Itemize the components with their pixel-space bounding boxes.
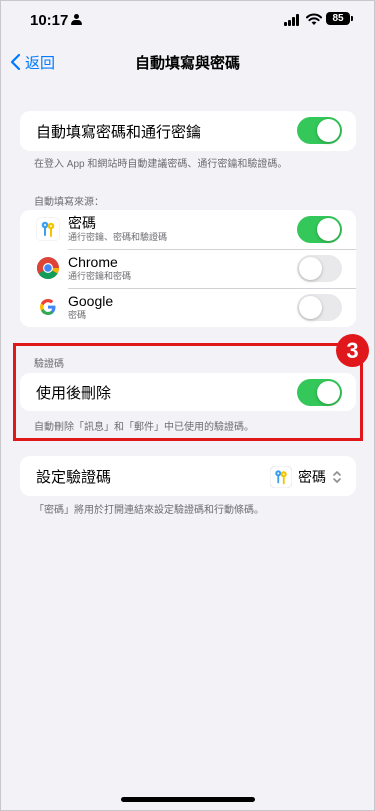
chrome-icon xyxy=(37,257,59,279)
passwords-app-icon xyxy=(270,466,292,488)
autofill-toggle[interactable] xyxy=(297,117,342,144)
google-source-toggle[interactable] xyxy=(297,294,342,321)
selected-app-label: 密碼 xyxy=(298,469,326,485)
status-time: 10:17 xyxy=(30,12,69,29)
source-name: 密碼 xyxy=(68,215,96,231)
status-bar: 10:17 85 xyxy=(0,0,375,44)
sources-header: 自動填寫來源： xyxy=(34,197,104,208)
source-name: Google xyxy=(68,293,114,309)
source-text: Chrome 通行密鑰和密碼 xyxy=(68,254,131,282)
setup-verification-label: 設定驗證碼 xyxy=(36,468,112,486)
source-row-passwords[interactable]: 密碼 通行密鑰、密碼和驗證碼 xyxy=(20,210,356,249)
source-subtitle: 密碼 xyxy=(68,310,87,320)
cellular-signal-icon xyxy=(284,14,301,26)
chevron-up-down-icon xyxy=(333,471,341,483)
highlight-box xyxy=(13,343,363,441)
navigation-bar: 返回 自動填寫與密碼 xyxy=(0,44,375,80)
home-indicator xyxy=(121,797,255,802)
autofill-footnote: 在登入 App 和網站時自動建議密碼、通行密鑰和驗證碼。 xyxy=(34,159,288,170)
chrome-source-toggle[interactable] xyxy=(297,255,342,282)
source-text: Google 密碼 xyxy=(68,293,113,321)
page-title: 自動填寫與密碼 xyxy=(134,55,240,72)
battery-indicator: 85 xyxy=(326,12,350,25)
source-text: 密碼 通行密鑰、密碼和驗證碼 xyxy=(68,215,167,243)
source-row-google[interactable]: Google 密碼 xyxy=(20,288,356,327)
source-subtitle: 通行密鑰、密碼和驗證碼 xyxy=(68,232,168,242)
google-icon xyxy=(36,295,60,319)
sources-group: 密碼 通行密鑰、密碼和驗證碼 Chrome 通行密鑰和密碼 Google 密碼 xyxy=(20,210,356,327)
wifi-icon xyxy=(306,13,322,25)
verification-app-selector[interactable]: 密碼 xyxy=(270,466,342,488)
setup-verification-row[interactable]: 設定驗證碼 密碼 xyxy=(20,456,356,496)
source-row-chrome[interactable]: Chrome 通行密鑰和密碼 xyxy=(20,249,356,288)
passwords-source-toggle[interactable] xyxy=(297,216,342,243)
person-icon xyxy=(71,14,82,26)
setup-footnote: 「密碼」將用於打開連結來設定驗證碼和行動條碼。 xyxy=(34,505,264,516)
setup-group: 設定驗證碼 密碼 xyxy=(20,456,356,496)
autofill-group: 自動填寫密碼和通行密鑰 xyxy=(20,111,356,151)
passwords-app-icon xyxy=(36,217,60,241)
autofill-label: 自動填寫密碼和通行密鑰 xyxy=(36,123,202,141)
battery-tip xyxy=(351,16,353,21)
source-name: Chrome xyxy=(68,254,118,270)
autofill-row: 自動填寫密碼和通行密鑰 xyxy=(20,111,356,151)
source-subtitle: 通行密鑰和密碼 xyxy=(68,271,132,281)
step-badge: 3 xyxy=(336,334,369,367)
